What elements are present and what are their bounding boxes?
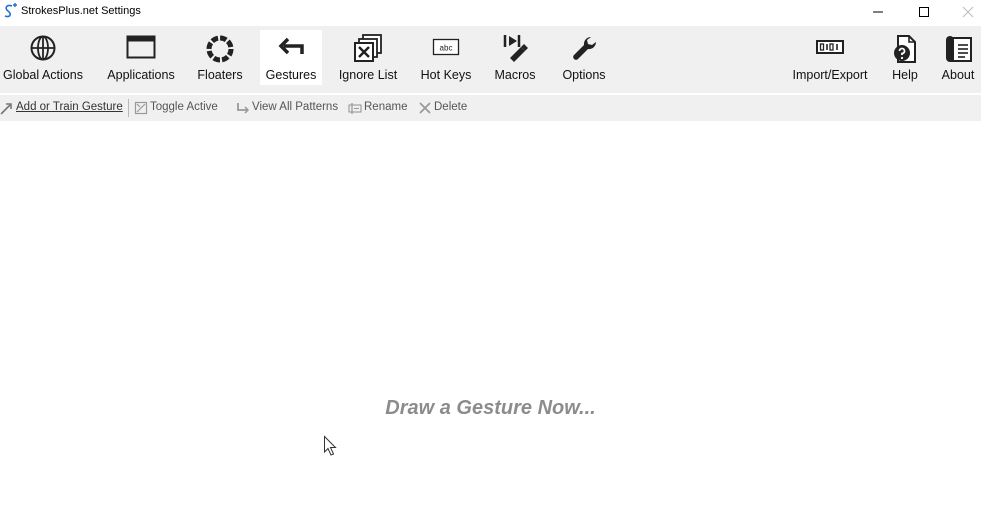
minimize-button[interactable] bbox=[855, 0, 901, 24]
gesture-arrow-icon bbox=[278, 37, 304, 55]
svg-text:abc: abc bbox=[440, 44, 453, 53]
ribbon-macros[interactable]: Macros bbox=[488, 30, 542, 85]
delete-button[interactable]: Delete bbox=[418, 99, 474, 117]
toolbar-label: Add or Train Gesture bbox=[16, 101, 123, 113]
close-button[interactable] bbox=[945, 0, 981, 24]
toolbar-separator bbox=[128, 99, 129, 117]
ribbon-label: Hot Keys bbox=[420, 68, 472, 82]
mouse-cursor-icon bbox=[324, 435, 337, 456]
ribbon-label: Gestures bbox=[265, 68, 317, 82]
ribbon-global-actions[interactable]: Global Actions bbox=[0, 30, 86, 85]
delete-icon bbox=[419, 102, 431, 114]
maximize-icon bbox=[919, 7, 929, 17]
macro-icon bbox=[503, 35, 528, 62]
ribbon-gestures[interactable]: Gestures bbox=[260, 30, 322, 85]
ribbon-hot-keys[interactable]: abc Hot Keys bbox=[416, 30, 476, 85]
ignore-list-icon bbox=[354, 34, 382, 62]
ribbon-help[interactable]: Help bbox=[885, 30, 925, 85]
ribbon-label: Floaters bbox=[197, 68, 243, 82]
toggle-active-button[interactable]: Toggle Active bbox=[134, 99, 226, 117]
gesture-drawing-area[interactable]: Draw a Gesture Now... bbox=[0, 121, 981, 511]
patterns-icon bbox=[237, 103, 250, 114]
keyboard-key-icon: abc bbox=[432, 38, 460, 56]
ribbon-applications[interactable]: Applications bbox=[102, 30, 180, 85]
ribbon-label: Macros bbox=[494, 68, 536, 82]
ribbon-label: About bbox=[941, 68, 975, 82]
ribbon-floaters[interactable]: Floaters bbox=[193, 30, 247, 85]
app-icon bbox=[4, 3, 17, 18]
toolbar-label: View All Patterns bbox=[252, 101, 339, 113]
window-icon bbox=[126, 35, 156, 59]
ribbon-label: Help bbox=[892, 68, 918, 82]
ribbon-options[interactable]: Options bbox=[556, 30, 612, 85]
ribbon-ignore-list[interactable]: Ignore List bbox=[334, 30, 402, 85]
title-bar: StrokesPlus.net Settings bbox=[0, 0, 981, 24]
ribbon-about[interactable]: About bbox=[935, 30, 981, 85]
rename-icon bbox=[348, 103, 362, 114]
ribbon-label: Applications bbox=[107, 68, 175, 82]
toolbar-label: Delete bbox=[434, 101, 468, 113]
minimize-icon bbox=[873, 11, 883, 13]
close-icon bbox=[962, 6, 974, 18]
draw-gesture-prompt: Draw a Gesture Now... bbox=[385, 397, 596, 419]
ribbon-label: Ignore List bbox=[338, 68, 398, 82]
help-icon bbox=[894, 35, 916, 63]
ribbon-toolbar: Global Actions Applications Floaters Ges… bbox=[0, 26, 981, 93]
ribbon-label: Import/Export bbox=[792, 68, 868, 82]
add-or-train-gesture-button[interactable]: Add or Train Gesture bbox=[0, 99, 124, 117]
add-gesture-icon bbox=[0, 103, 12, 115]
wrench-icon bbox=[573, 36, 597, 60]
about-icon bbox=[946, 36, 972, 62]
toolbar-label: Rename bbox=[364, 101, 408, 113]
binary-icon bbox=[816, 40, 844, 54]
gesture-toolbar: Add or Train Gesture Toggle Active View … bbox=[0, 95, 981, 121]
ribbon-label: Global Actions bbox=[3, 68, 83, 82]
maximize-button[interactable] bbox=[901, 0, 947, 24]
ring-icon bbox=[206, 35, 234, 63]
window-title: StrokesPlus.net Settings bbox=[21, 5, 141, 17]
toggle-icon bbox=[134, 101, 148, 115]
toolbar-label: Toggle Active bbox=[150, 101, 218, 113]
rename-button[interactable]: Rename bbox=[348, 99, 412, 117]
globe-icon bbox=[30, 35, 56, 61]
ribbon-label: Options bbox=[562, 68, 606, 82]
view-all-patterns-button[interactable]: View All Patterns bbox=[236, 99, 342, 117]
ribbon-import-export[interactable]: Import/Export bbox=[786, 30, 874, 85]
